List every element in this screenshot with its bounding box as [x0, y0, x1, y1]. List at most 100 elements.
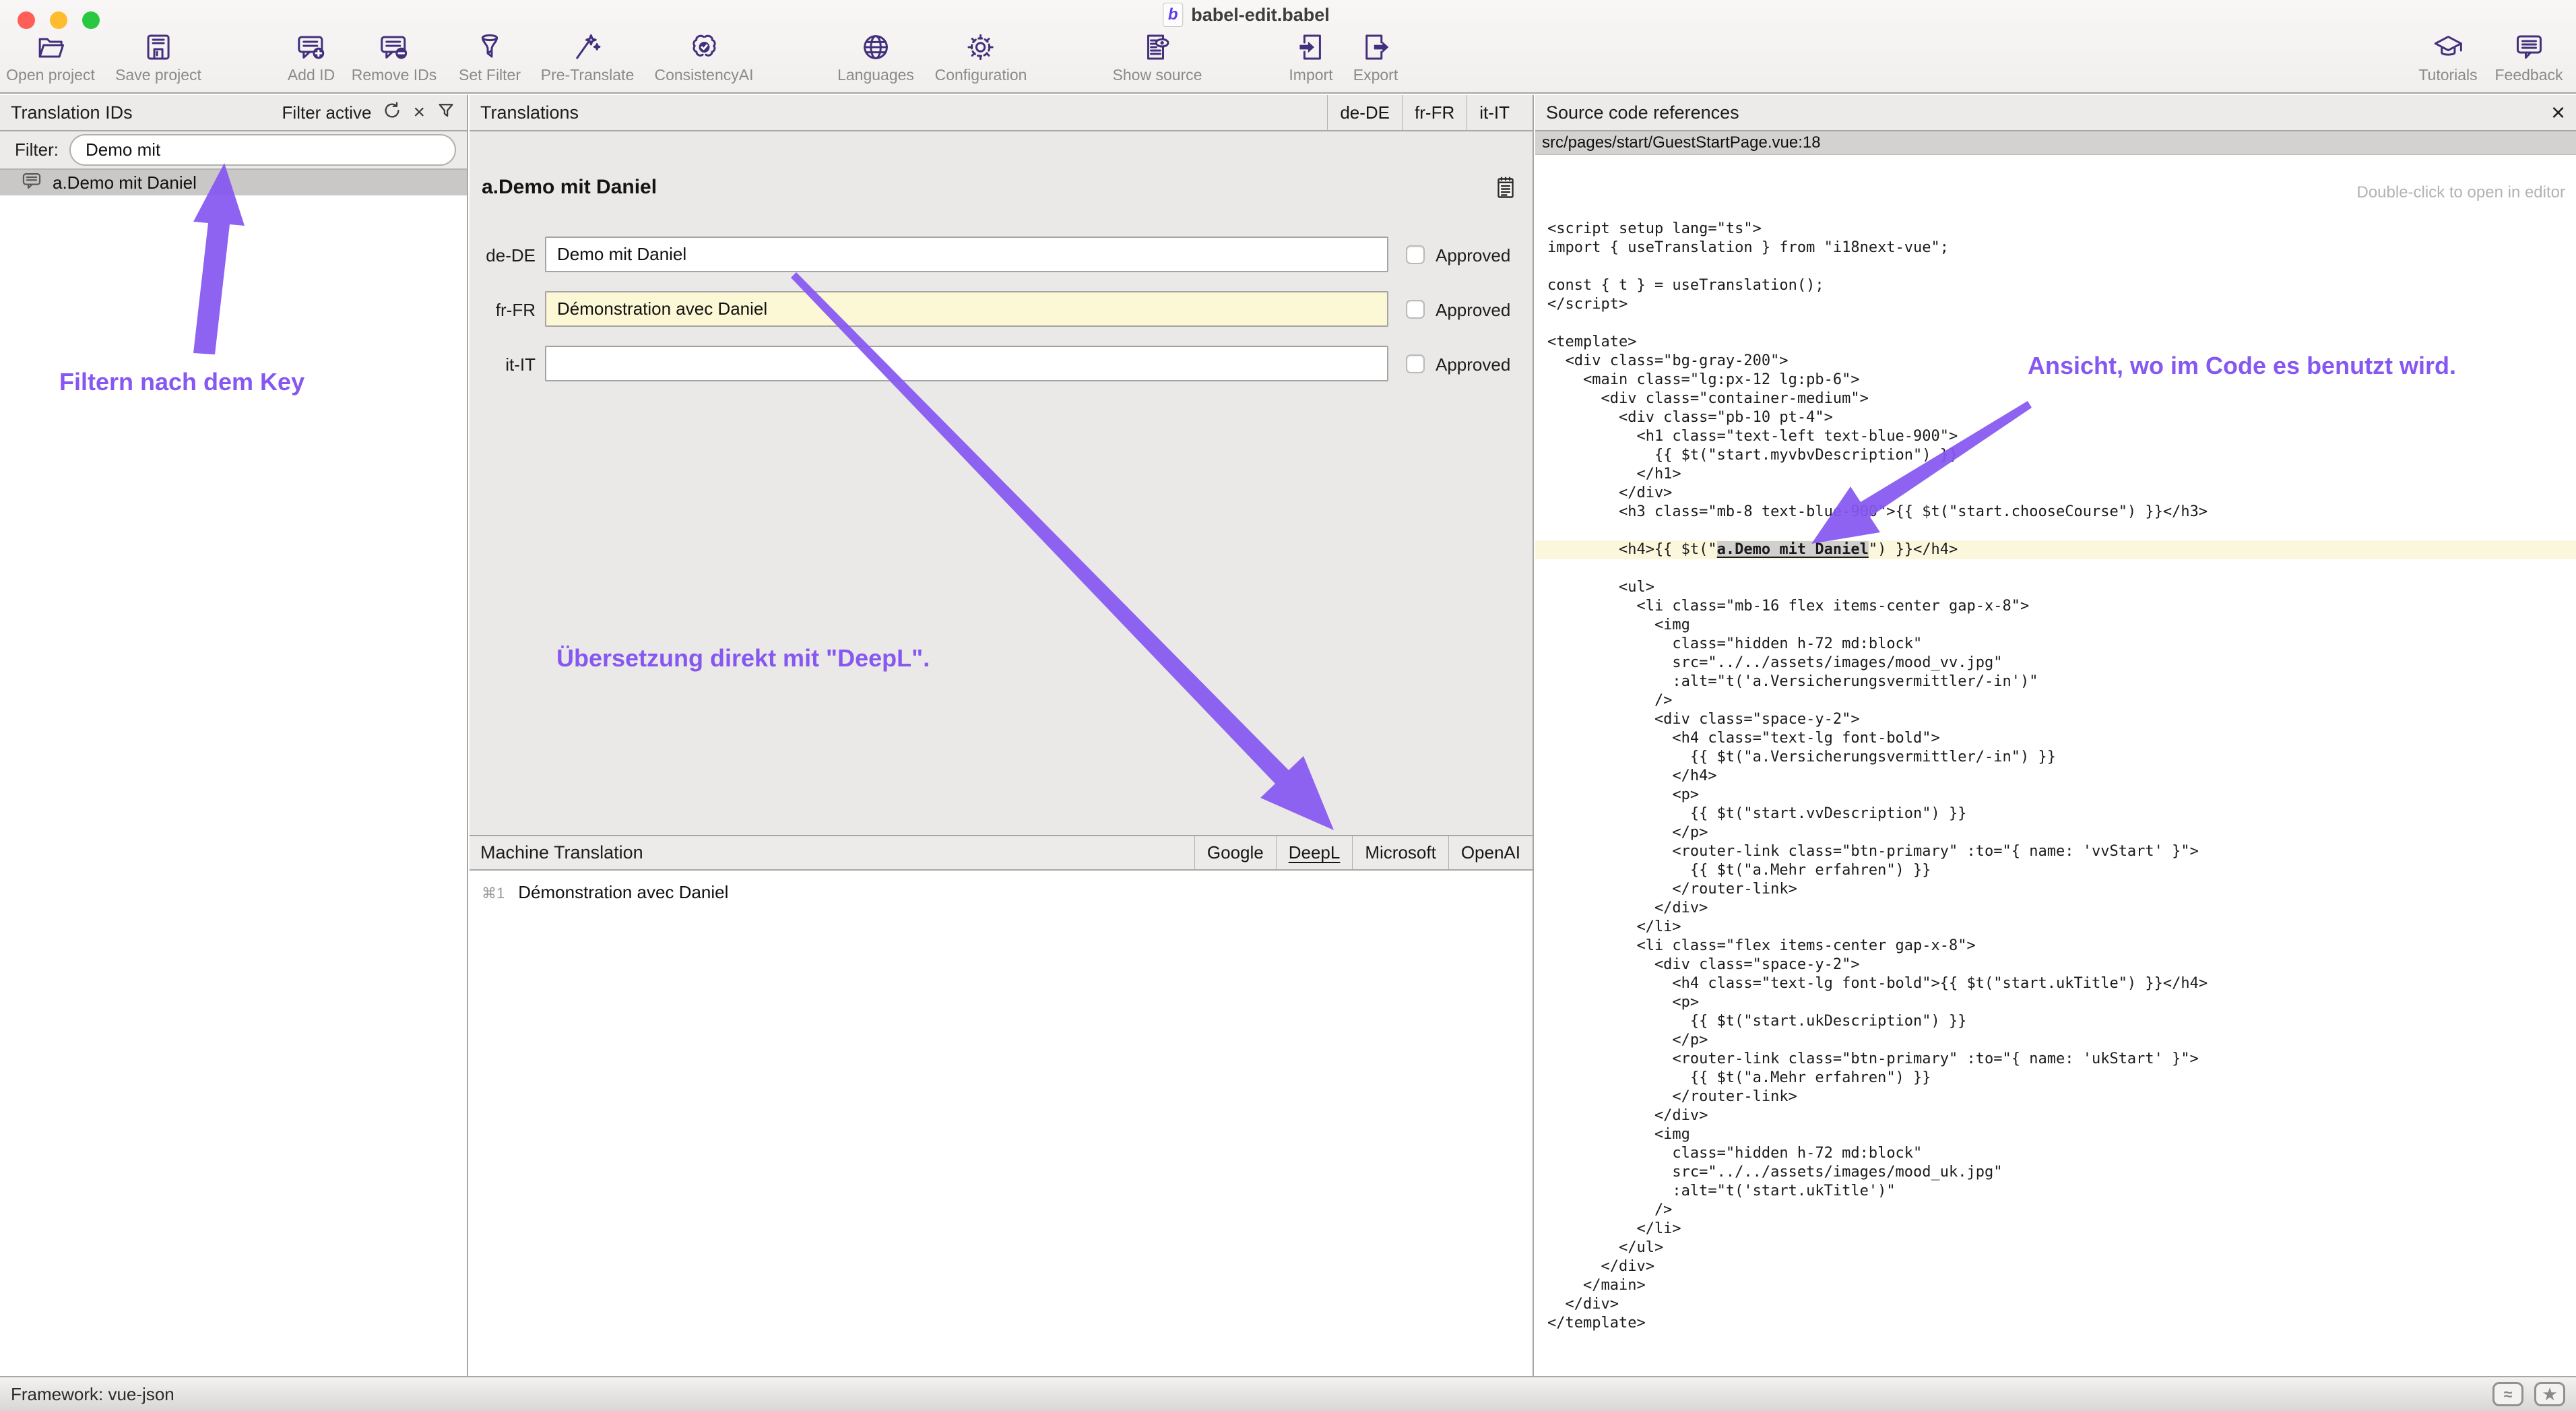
language-tabs: de-DE fr-FR it-IT: [1327, 95, 1522, 130]
toolbar-label: Export: [1353, 66, 1398, 84]
pre-translate-button[interactable]: Pre-Translate: [541, 28, 634, 84]
open-editor-hint: Double-click to open in editor: [2356, 183, 2565, 202]
toolbar-label: Set Filter: [459, 66, 521, 84]
status-badges: ≈ ★: [2492, 1382, 2565, 1406]
translation-input-de-DE[interactable]: [545, 237, 1388, 272]
toolbar-label: Configuration: [935, 66, 1027, 84]
languages-button[interactable]: Languages: [837, 28, 914, 84]
filter-input[interactable]: [69, 134, 456, 166]
configuration-button[interactable]: Configuration: [935, 28, 1027, 84]
language-label: it-IT: [470, 346, 536, 384]
annotation-code-note: Ansicht, wo im Code es benutzt wird.: [2028, 352, 2456, 380]
consistency-ai-button[interactable]: ConsistencyAI: [654, 28, 753, 84]
approved-checkbox[interactable]: [1406, 300, 1425, 319]
machine-translation-result[interactable]: ⌘1 Démonstration avec Daniel: [482, 882, 728, 903]
approved-checkbox[interactable]: [1406, 354, 1425, 373]
source-eye-icon: [1141, 28, 1173, 63]
window-title: b babel-edit.babel: [1163, 3, 1330, 27]
tab-fr-FR[interactable]: fr-FR: [1402, 95, 1467, 130]
save-floppy-icon: [142, 28, 174, 63]
remove-ids-button[interactable]: Remove IDs: [352, 28, 437, 84]
refresh-icon[interactable]: [382, 100, 402, 125]
shortcut-badge: ⌘1: [482, 885, 505, 902]
status-bar: Framework: vue-json ≈ ★: [0, 1376, 2576, 1411]
filter-status-cluster: Filter active ×: [282, 100, 456, 125]
favorites-badge-icon[interactable]: ★: [2534, 1382, 2565, 1406]
translation-row: fr-FR Approved: [470, 291, 1533, 330]
translation-ids-header: Translation IDs Filter active ×: [0, 95, 467, 131]
translation-id-item[interactable]: a.Demo mit Daniel: [0, 170, 467, 195]
filter-row: Filter:: [0, 131, 467, 170]
traffic-lights: [18, 11, 100, 29]
toolbar-label: Pre-Translate: [541, 66, 634, 84]
close-panel-icon[interactable]: ×: [2551, 100, 2565, 125]
tab-microsoft[interactable]: Microsoft: [1352, 836, 1448, 869]
import-button[interactable]: Import: [1289, 28, 1332, 84]
graduation-cap-icon: [2432, 28, 2464, 63]
translations-content: a.Demo mit Daniel de-DE Approved fr-FR A…: [470, 131, 1533, 835]
zoom-window-button[interactable]: [82, 11, 100, 29]
translations-panel: Translations de-DE fr-FR it-IT a.Demo mi…: [470, 95, 1534, 1376]
export-icon: [1359, 28, 1392, 63]
translation-input-fr-FR[interactable]: [545, 291, 1388, 327]
title-toolbar: b babel-edit.babel Open project Save pro…: [0, 0, 2576, 94]
import-icon: [1295, 28, 1327, 63]
magic-wand-icon: [571, 28, 604, 63]
tab-de-DE[interactable]: de-DE: [1327, 95, 1402, 130]
framework-status-text: Framework: vue-json: [11, 1384, 174, 1405]
languages-badge-icon[interactable]: ≈: [2492, 1382, 2523, 1406]
toolbar-label: Open project: [6, 66, 95, 84]
tab-openai[interactable]: OpenAI: [1448, 836, 1533, 869]
annotation-filter-note: Filtern nach dem Key: [59, 368, 304, 396]
app-window: b babel-edit.babel Open project Save pro…: [0, 0, 2576, 1411]
translations-header: Translations de-DE fr-FR it-IT: [470, 95, 1533, 131]
save-project-button[interactable]: Save project: [115, 28, 201, 84]
machine-translation-text: Démonstration avec Daniel: [518, 882, 728, 903]
tab-it-IT[interactable]: it-IT: [1467, 95, 1522, 130]
approved-label: Approved: [1436, 237, 1510, 275]
panel-title: Machine Translation: [480, 842, 1194, 863]
feedback-bubble-icon: [2513, 28, 2545, 63]
toolbar-label: Feedback: [2494, 66, 2563, 84]
entry-title: a.Demo mit Daniel: [482, 176, 657, 199]
entry-notes-icon[interactable]: [1493, 175, 1518, 205]
toolbar-label: Tutorials: [2418, 66, 2477, 84]
panel-title: Source code references: [1546, 102, 2551, 123]
tutorials-button[interactable]: Tutorials: [2418, 28, 2477, 84]
minimize-window-button[interactable]: [50, 11, 67, 29]
filter-funnel-icon: [474, 28, 506, 63]
approved-label: Approved: [1436, 291, 1510, 330]
set-filter-button[interactable]: Set Filter: [459, 28, 521, 84]
annotation-deepl-note: Übersetzung direkt mit "DeepL".: [556, 644, 930, 672]
open-project-button[interactable]: Open project: [6, 28, 95, 84]
machine-translation-header: Machine Translation Google DeepL Microso…: [470, 835, 1533, 871]
remove-ids-icon: [378, 28, 410, 63]
add-id-button[interactable]: Add ID: [288, 28, 335, 84]
filter-label: Filter:: [15, 139, 59, 160]
clear-filter-icon[interactable]: ×: [413, 102, 425, 123]
toolbar-label: ConsistencyAI: [654, 66, 753, 84]
provider-tabs: Google DeepL Microsoft OpenAI: [1194, 836, 1533, 869]
brain-check-icon: [688, 28, 720, 63]
gear-icon: [965, 28, 997, 63]
globe-icon: [860, 28, 892, 63]
tab-google[interactable]: Google: [1194, 836, 1276, 869]
comment-bubble-icon: [20, 169, 43, 197]
window-title-text: babel-edit.babel: [1191, 5, 1330, 26]
tab-deepl[interactable]: DeepL: [1276, 836, 1353, 869]
export-button[interactable]: Export: [1353, 28, 1398, 84]
filter-options-icon[interactable]: [436, 100, 456, 125]
open-folder-icon: [34, 28, 67, 63]
approved-checkbox[interactable]: [1406, 245, 1425, 264]
translation-input-it-IT[interactable]: [545, 346, 1388, 381]
show-source-button[interactable]: Show source: [1113, 28, 1202, 84]
language-label: de-DE: [470, 237, 536, 275]
close-window-button[interactable]: [18, 11, 35, 29]
toolbar-label: Add ID: [288, 66, 335, 84]
source-reference-item[interactable]: src/pages/start/GuestStartPage.vue:18: [1535, 131, 2576, 155]
feedback-button[interactable]: Feedback: [2494, 28, 2563, 84]
document-proxy-icon: b: [1163, 3, 1183, 27]
translation-ids-panel: Translation IDs Filter active × Filter: …: [0, 95, 468, 1376]
filter-status-text: Filter active: [282, 102, 372, 123]
toolbar-label: Import: [1289, 66, 1332, 84]
